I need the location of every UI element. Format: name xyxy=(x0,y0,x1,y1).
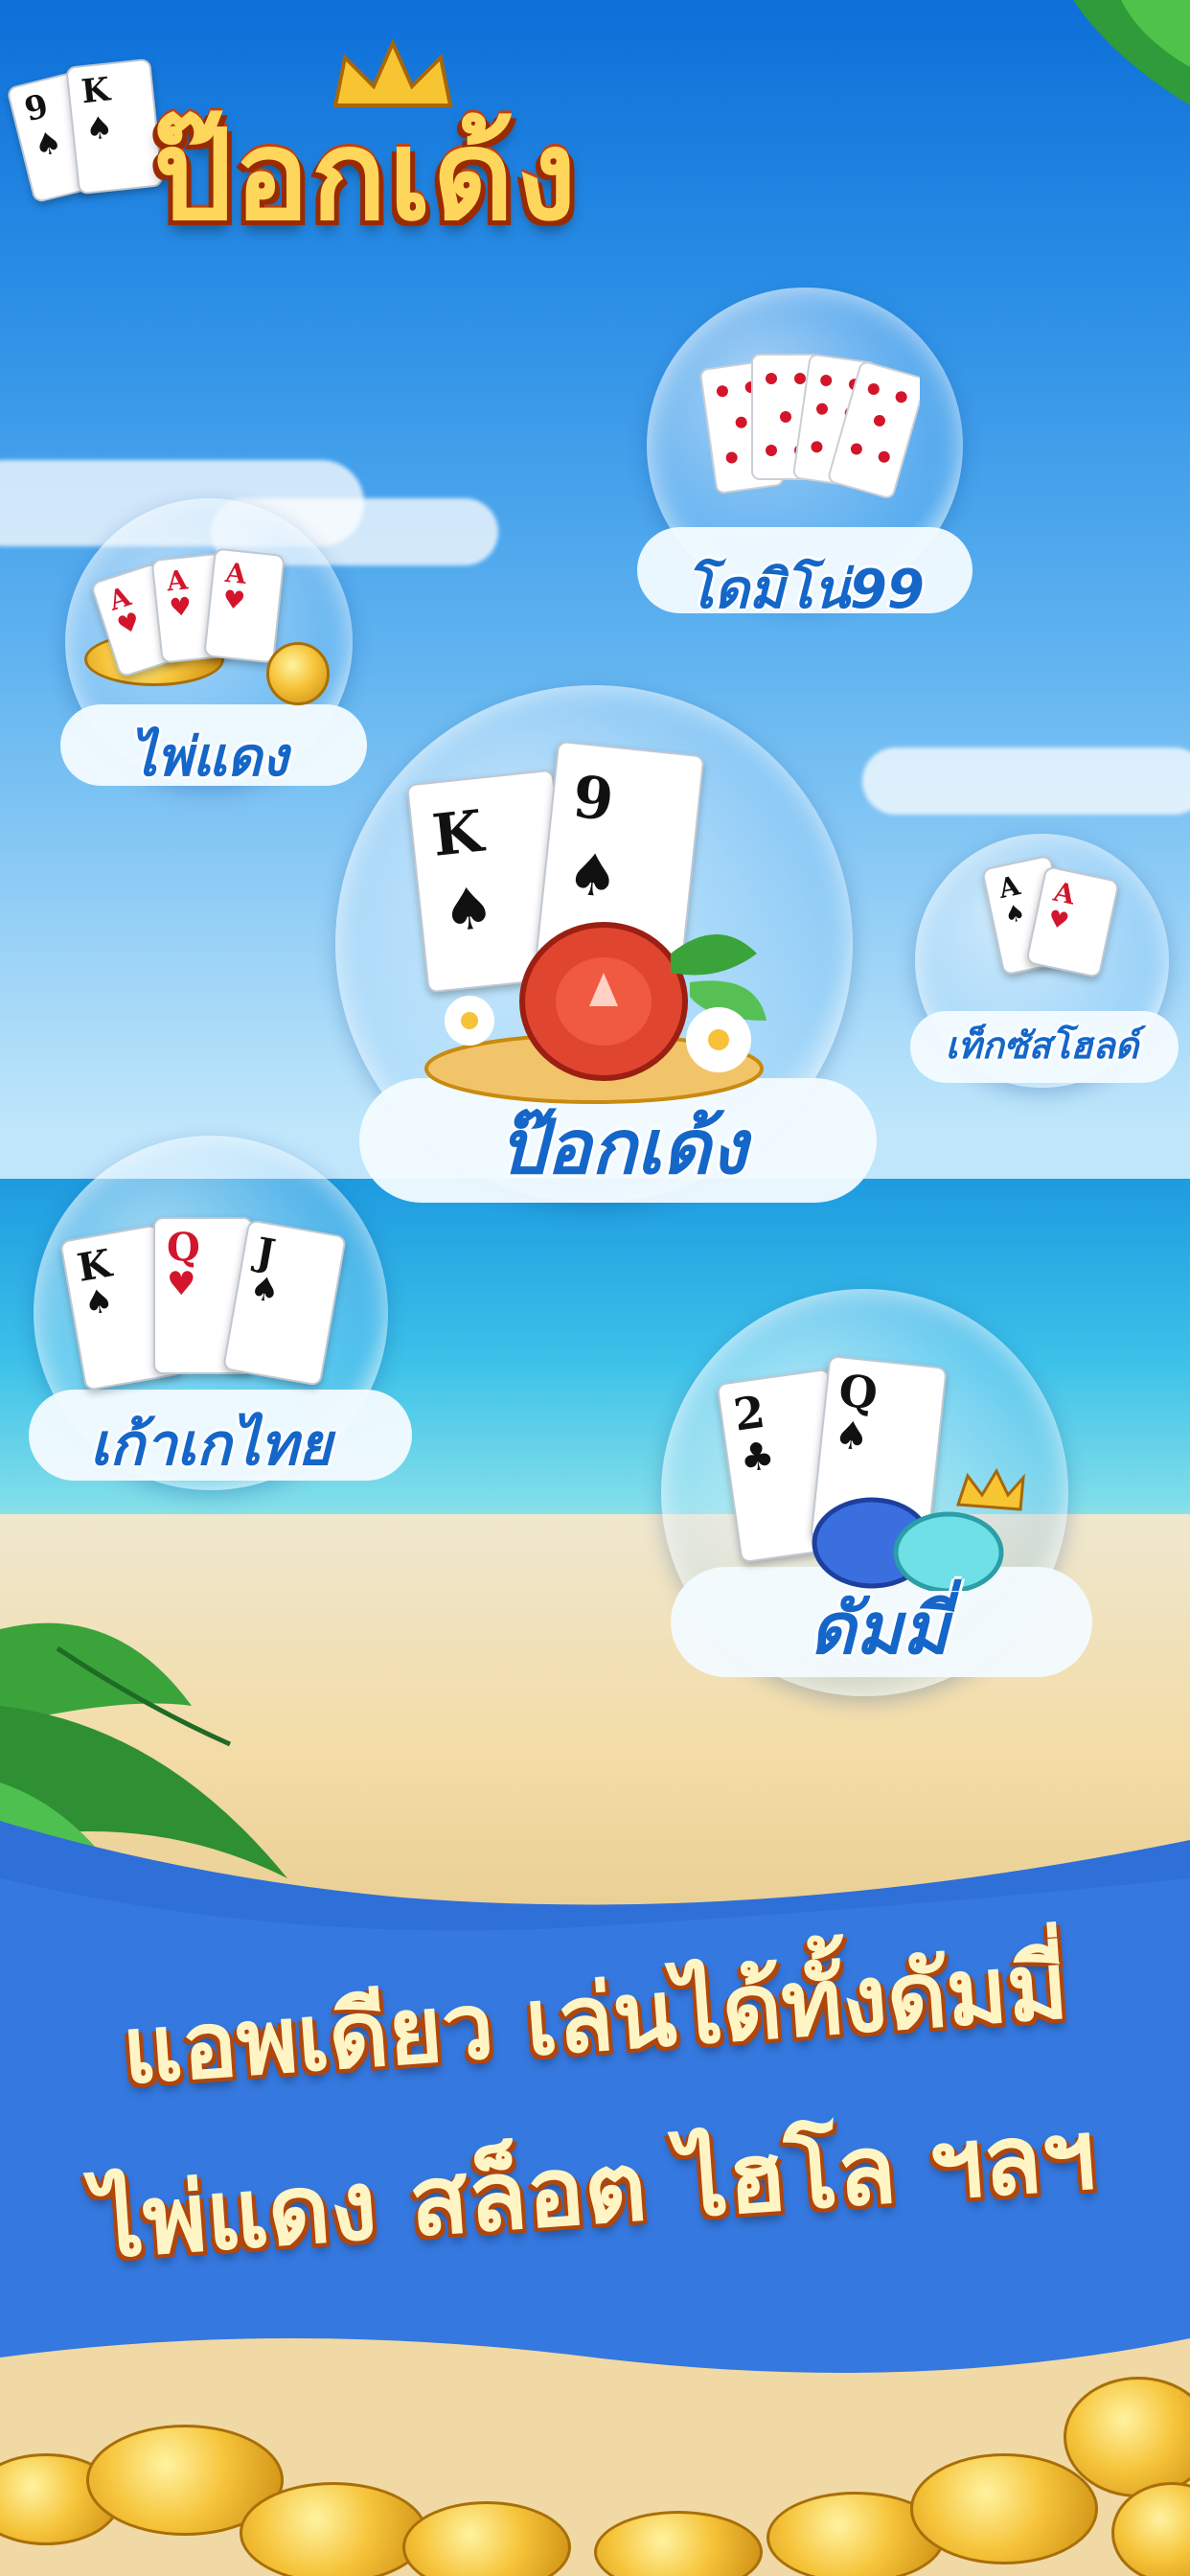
game-bubble-domino99[interactable]: โดมิโน่99 xyxy=(637,288,973,621)
game-label-domino99: โดมิโน่99 xyxy=(685,559,925,621)
game-label-kaokae: เก้าเกไทย xyxy=(89,1412,332,1479)
coin-icon xyxy=(266,642,330,705)
game-label-texas: เท็กซัสโฮลด์ xyxy=(945,1024,1139,1067)
cloud xyxy=(862,748,1190,815)
game-bubble-pokdeng[interactable]: K ♠ 9 ♠ ป๊อกเด้ง xyxy=(335,685,877,1203)
app-logo: 9 ♠ K ♠ ป๊อกเด้ง xyxy=(6,38,709,259)
game-bubble-dummy[interactable]: 2 ♣ Q ♠ ดัมมี่ xyxy=(661,1289,1092,1696)
domino-cards-icon xyxy=(699,354,920,498)
game-bubble-texas[interactable]: A ♠ A ♥ เท็กซัสโฮลด์ xyxy=(910,834,1179,1088)
game-bubble-paideng[interactable]: A ♥ A ♥ A ♥ ไพ่แดง xyxy=(60,498,367,789)
palm-leaf-icon xyxy=(1073,0,1190,105)
logo-title: ป๊อกเด้ง xyxy=(153,102,579,248)
gold-coin-icon xyxy=(910,2453,1098,2564)
game-label-dummy: ดัมมี่ xyxy=(809,1588,950,1670)
game-label-pokdeng: ป๊อกเด้ง xyxy=(498,1105,747,1191)
chip-flowers-icon xyxy=(424,922,767,1104)
game-label-paideng: ไพ่แดง xyxy=(129,726,288,789)
gold-coin-icon xyxy=(240,2482,427,2576)
game-bubble-kaokae[interactable]: K ♠ Q ♥ J ♠ เก้าเกไทย xyxy=(29,1136,412,1490)
store-screenshot: 9 ♠ K ♠ ป๊อกเด้ง โดมิโน่99 A ♥ A ♥ A ♥ ไ… xyxy=(0,0,1190,2576)
logo-card-king: K ♠ xyxy=(65,58,164,196)
ace-card: A ♥ xyxy=(203,547,286,664)
